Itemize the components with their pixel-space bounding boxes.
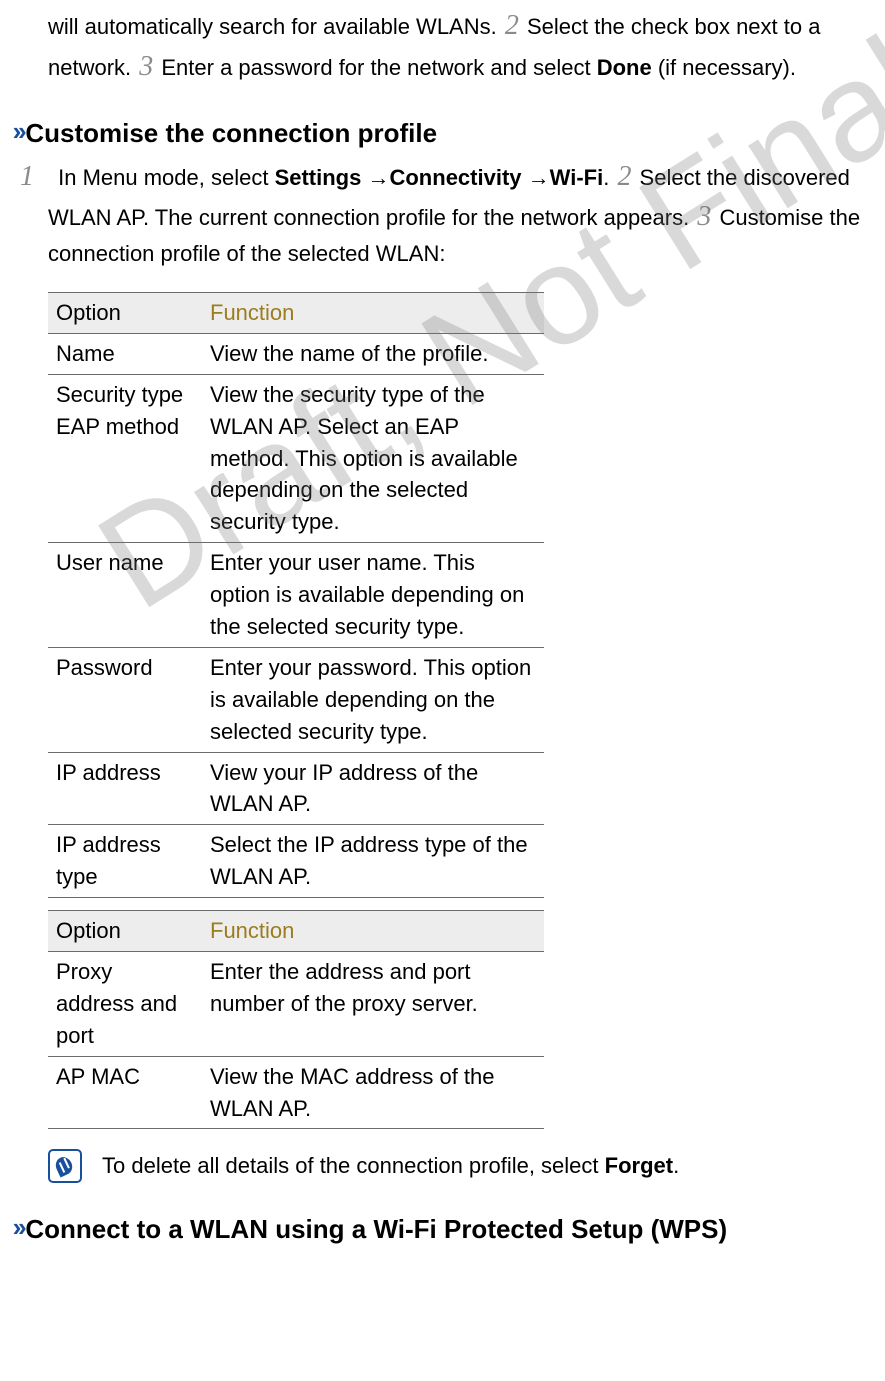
chevron-icon: ›› (18, 1211, 21, 1245)
connectivity-label: Connectivity (389, 165, 521, 190)
intro-text-a: will automatically search for available … (48, 14, 503, 39)
table-row: NameView the name of the profile. (48, 333, 544, 374)
function-cell: Enter the address and port number of the… (202, 951, 544, 1056)
table-row: User nameEnter your user name. This opti… (48, 543, 544, 648)
section-title: Customise the connection profile (25, 115, 437, 153)
arrow-2: → (522, 165, 550, 190)
table-row: AP MACView the MAC address of the WLAN A… (48, 1056, 544, 1129)
function-cell: View the security type of the WLAN AP. S… (202, 374, 544, 542)
options-table-1: Option Function NameView the name of the… (48, 292, 544, 898)
section-title: Connect to a WLAN using a Wi-Fi Protecte… (25, 1211, 727, 1249)
settings-label: Settings (275, 165, 362, 190)
chevron-icon: ›› (18, 115, 21, 149)
function-cell: View the MAC address of the WLAN AP. (202, 1056, 544, 1129)
option-cell: Name (48, 333, 202, 374)
table-row: IP addressView your IP address of the WL… (48, 752, 544, 825)
option-cell: Security type EAP method (48, 374, 202, 542)
table-header-row: Option Function (48, 911, 544, 952)
function-cell: View your IP address of the WLAN AP. (202, 752, 544, 825)
intro-text-d: (if necessary). (652, 55, 796, 80)
page-content: will automatically search for available … (0, 6, 885, 1249)
step-number-3b: 3 (695, 201, 713, 232)
s1-text-b: . (603, 165, 615, 190)
note-text-b: . (673, 1153, 679, 1178)
table-row: PasswordEnter your password. This option… (48, 647, 544, 752)
section-wps-heading: ›› Connect to a WLAN using a Wi-Fi Prote… (18, 1211, 867, 1249)
step-number-2: 2 (503, 10, 521, 41)
table-row: IP address typeSelect the IP address typ… (48, 825, 544, 898)
option-cell: AP MAC (48, 1056, 202, 1129)
option-cell: User name (48, 543, 202, 648)
note-text: To delete all details of the connection … (102, 1150, 679, 1182)
arrow-1: → (361, 165, 389, 190)
wifi-label: Wi-Fi (550, 165, 604, 190)
step-number-3: 3 (137, 51, 155, 82)
s1-text-a: In Menu mode, select (52, 165, 275, 190)
function-cell: Select the IP address type of the WLAN A… (202, 825, 544, 898)
intro-text-c: Enter a password for the network and sel… (155, 55, 596, 80)
option-cell: IP address (48, 752, 202, 825)
section-customise-heading: ›› Customise the connection profile (18, 115, 867, 153)
header-option: Option (48, 292, 202, 333)
note-icon (48, 1149, 82, 1183)
done-label: Done (597, 55, 652, 80)
step-number-2b: 2 (615, 161, 633, 192)
intro-paragraph: will automatically search for available … (48, 6, 867, 87)
table-row: Security type EAP methodView the securit… (48, 374, 544, 542)
option-cell: Password (48, 647, 202, 752)
note-text-a: To delete all details of the connection … (102, 1153, 605, 1178)
forget-label: Forget (605, 1153, 673, 1178)
options-table-2: Option Function Proxy address and portEn… (48, 910, 544, 1129)
table-row: Proxy address and portEnter the address … (48, 951, 544, 1056)
header-function: Function (202, 911, 544, 952)
option-cell: IP address type (48, 825, 202, 898)
option-cell: Proxy address and port (48, 951, 202, 1056)
function-cell: View the name of the profile. (202, 333, 544, 374)
header-function: Function (202, 292, 544, 333)
section1-steps: 1 In Menu mode, select Settings →Connect… (48, 157, 867, 270)
note-row: To delete all details of the connection … (48, 1149, 867, 1183)
step-number-1: 1 (18, 157, 52, 198)
header-option: Option (48, 911, 202, 952)
table-header-row: Option Function (48, 292, 544, 333)
function-cell: Enter your user name. This option is ava… (202, 543, 544, 648)
function-cell: Enter your password. This option is avai… (202, 647, 544, 752)
